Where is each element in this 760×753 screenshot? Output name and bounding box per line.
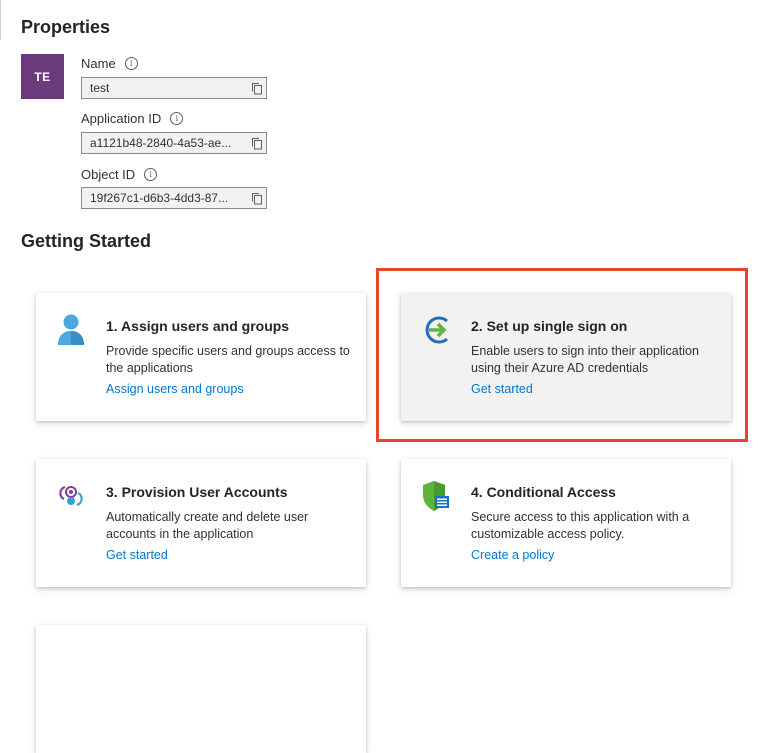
- card-single-sign-on[interactable]: 2. Set up single sign on Enable users to…: [401, 293, 731, 421]
- info-icon[interactable]: i: [124, 57, 138, 70]
- info-icon[interactable]: i: [170, 112, 184, 125]
- card-conditional-access[interactable]: 4. Conditional Access Secure access to t…: [401, 459, 731, 587]
- card-assign-users[interactable]: 1. Assign users and groups Provide speci…: [36, 293, 366, 421]
- object-id-label-row: Object ID i: [81, 167, 158, 182]
- card-description: Secure access to this application with a…: [471, 510, 690, 541]
- app-avatar: TE: [21, 54, 64, 99]
- application-id-field[interactable]: a1121b48-2840-4a53-ae...: [81, 132, 267, 154]
- application-id-value: a1121b48-2840-4a53-ae...: [90, 136, 232, 150]
- card-description: Automatically create and delete user acc…: [106, 510, 309, 541]
- left-divider: [0, 0, 1, 40]
- name-value: test: [90, 81, 110, 95]
- shield-policy-icon: [423, 481, 449, 511]
- copy-icon[interactable]: [248, 78, 266, 98]
- user-icon: [58, 314, 84, 345]
- card-title: 2. Set up single sign on: [471, 318, 628, 334]
- card-description: Provide specific users and groups access…: [106, 344, 350, 375]
- object-id-field[interactable]: 19f267c1-d6b3-4dd3-87...: [81, 187, 267, 209]
- card-title: 4. Conditional Access: [471, 484, 616, 500]
- card-title: 1. Assign users and groups: [106, 318, 290, 334]
- getting-started-heading: Getting Started: [21, 231, 152, 251]
- avatar-initials: TE: [34, 69, 51, 84]
- sign-in-arrow-icon: [425, 316, 448, 344]
- name-label: Name: [81, 56, 116, 71]
- create-policy-link[interactable]: Create a policy: [471, 548, 554, 562]
- card-provision-accounts[interactable]: 3. Provision User Accounts Automatically…: [36, 459, 366, 587]
- name-label-row: Name i: [81, 56, 138, 71]
- info-icon[interactable]: i: [144, 168, 158, 181]
- application-id-label-row: Application ID i: [81, 111, 184, 126]
- provisioning-icon: [59, 485, 83, 507]
- copy-icon[interactable]: [248, 133, 266, 153]
- object-id-label: Object ID: [81, 167, 136, 182]
- properties-heading: Properties: [21, 17, 111, 37]
- assign-users-link[interactable]: Assign users and groups: [106, 382, 244, 396]
- card-title: 3. Provision User Accounts: [106, 484, 288, 500]
- name-field[interactable]: test: [81, 77, 267, 99]
- card-partial[interactable]: [36, 625, 366, 753]
- object-id-value: 19f267c1-d6b3-4dd3-87...: [90, 191, 229, 205]
- sso-get-started-link[interactable]: Get started: [471, 382, 533, 396]
- copy-icon[interactable]: [248, 188, 266, 208]
- card-description: Enable users to sign into their applicat…: [471, 344, 699, 375]
- provision-get-started-link[interactable]: Get started: [106, 548, 168, 562]
- application-id-label: Application ID: [81, 111, 162, 126]
